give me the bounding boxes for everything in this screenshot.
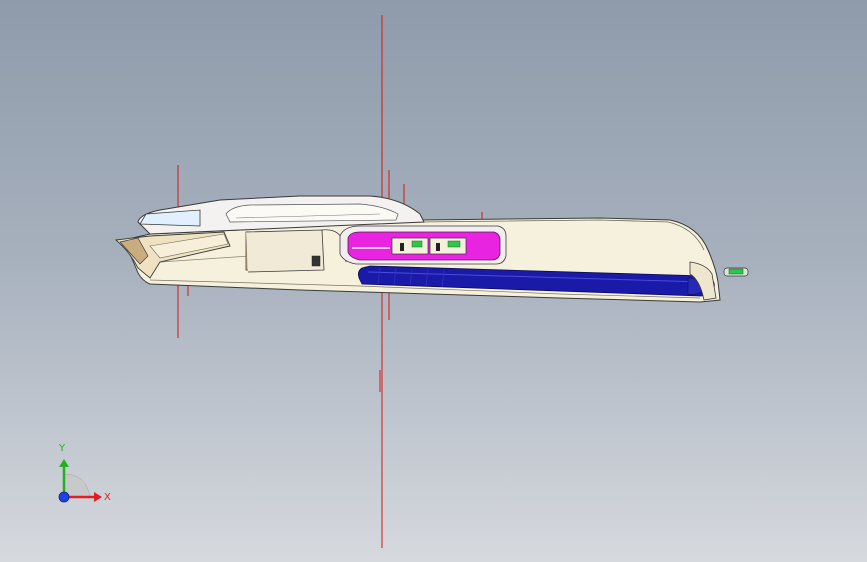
internal-bracket-clip xyxy=(311,255,321,267)
slider-dark-pin-right xyxy=(436,243,440,251)
coordinate-triad: X Y xyxy=(58,443,111,503)
y-axis-label: Y xyxy=(58,443,66,454)
top-housing-window[interactable] xyxy=(139,209,201,227)
green-connector-core xyxy=(728,268,744,275)
slider-green-tab-right xyxy=(447,240,461,248)
part-slider-carriage[interactable] xyxy=(339,225,507,265)
model-scene[interactable]: X Y xyxy=(0,0,867,562)
x-axis-label: X xyxy=(104,492,111,503)
top-housing-recess xyxy=(225,203,399,223)
slider-green-tab-left xyxy=(411,240,423,248)
slider-dark-pin-left xyxy=(400,243,404,251)
z-axis-origin-icon xyxy=(58,491,70,503)
cad-graphics-viewport[interactable]: X Y xyxy=(0,0,867,562)
part-green-connector[interactable] xyxy=(723,267,749,277)
slider-window-left[interactable] xyxy=(391,237,429,255)
